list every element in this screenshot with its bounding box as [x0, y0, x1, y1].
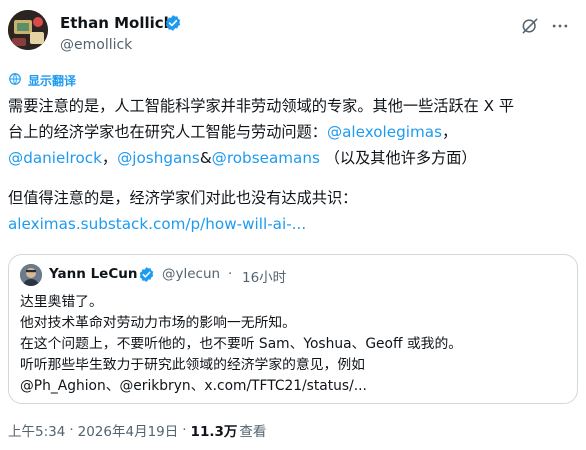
- tweet-line: aleximas.substack.com/p/how-will-ai-...: [8, 211, 582, 237]
- quote-text: 达里奥错了。 他对技术革命对劳动力市场的影响一无所知。 在这个问题上，不要听他的…: [20, 292, 570, 397]
- punctuation: ，: [441, 123, 458, 141]
- quote-author-name[interactable]: Yann LeCun: [49, 266, 137, 282]
- views-label: 查看: [239, 424, 267, 440]
- view-count: 11.3万: [190, 424, 238, 440]
- show-translation-button[interactable]: 显示翻译: [8, 71, 76, 89]
- article-link[interactable]: aleximas.substack.com/p/how-will-ai-...: [8, 215, 306, 233]
- quote-header: Yann LeCun @ylecun · 16小时: [20, 264, 560, 286]
- quote-verified-badge-icon: [138, 266, 155, 283]
- tweet-meta: 上午5:34 · 2026年4月19日 · 11.3万 查看: [8, 420, 266, 440]
- mention-danielrock[interactable]: @danielrock: [8, 149, 102, 167]
- tweet-line-text: 台上的经济学家也在研究人工智能与劳动问题：: [8, 123, 327, 141]
- author-avatar[interactable]: [8, 10, 48, 50]
- quote-author-avatar[interactable]: [20, 264, 42, 286]
- tweet-text: 需要注意的是，人工智能科学家并非劳动领域的专家。其他一些活跃在 X 平 台上的经…: [8, 93, 582, 237]
- more-icon[interactable]: [550, 16, 570, 36]
- verified-badge-icon: [164, 14, 182, 32]
- quote-author-handle[interactable]: @ylecun: [162, 266, 220, 282]
- punctuation: ，: [101, 149, 118, 167]
- author-handle[interactable]: @emollick: [60, 36, 132, 54]
- author-name[interactable]: Ethan Mollick: [60, 14, 174, 32]
- tweet-line-text: （以及其他许多方面）: [319, 149, 477, 167]
- separator-dot: ·: [228, 266, 233, 282]
- tweet-line-text: 需要注意的是，人工智能科学家并非劳动领域的专家。其他一些活跃在 X 平: [8, 97, 515, 115]
- post-date[interactable]: 2026年4月19日: [78, 420, 179, 440]
- mention-robseamans[interactable]: @robseamans: [212, 149, 320, 167]
- punctuation: &: [199, 149, 212, 167]
- translate-label: 显示翻译: [28, 73, 77, 88]
- tweet-header: Ethan Mollick @emollick: [8, 10, 578, 58]
- quote-line: @Ph_Aghion、@erikbryn、x.com/TFTC21/status…: [20, 378, 367, 394]
- separator-dot: ·: [182, 422, 187, 438]
- mention-alexolegimas[interactable]: @alexolegimas: [327, 123, 442, 141]
- translate-icon: [8, 71, 22, 90]
- grok-icon[interactable]: [520, 16, 540, 36]
- mention-joshgans[interactable]: @joshgans: [117, 149, 200, 167]
- quoted-tweet-card[interactable]: Yann LeCun @ylecun · 16小时 达里奥错了。 他对技术革命对…: [8, 254, 578, 404]
- tweet-line: 台上的经济学家也在研究人工智能与劳动问题：@alexolegimas，: [8, 119, 582, 145]
- tweet-line: 但值得注意的是，经济学家们对此也没有达成共识：: [8, 185, 582, 211]
- tweet-line-text: 但值得注意的是，经济学家们对此也没有达成共识：: [8, 189, 358, 207]
- quote-line: 在这个问题上，不要听他的，也不要听 Sam、Yoshua、Geoff 或我的。: [20, 336, 463, 352]
- post-time[interactable]: 上午5:34: [8, 420, 65, 440]
- quote-line: 他对技术革命对劳动力市场的影响一无所知。: [20, 315, 296, 331]
- quote-line: 达里奥错了。: [20, 294, 103, 310]
- quote-timestamp[interactable]: 16小时: [242, 266, 286, 286]
- separator-dot: ·: [69, 422, 74, 438]
- tweet-line: 需要注意的是，人工智能科学家并非劳动领域的专家。其他一些活跃在 X 平: [8, 93, 582, 119]
- quote-line: 听听那些毕生致力于研究此领域的经济学家的意见，例如: [20, 357, 365, 373]
- tweet-line: @danielrock，@joshgans&@robseamans （以及其他许…: [8, 145, 582, 171]
